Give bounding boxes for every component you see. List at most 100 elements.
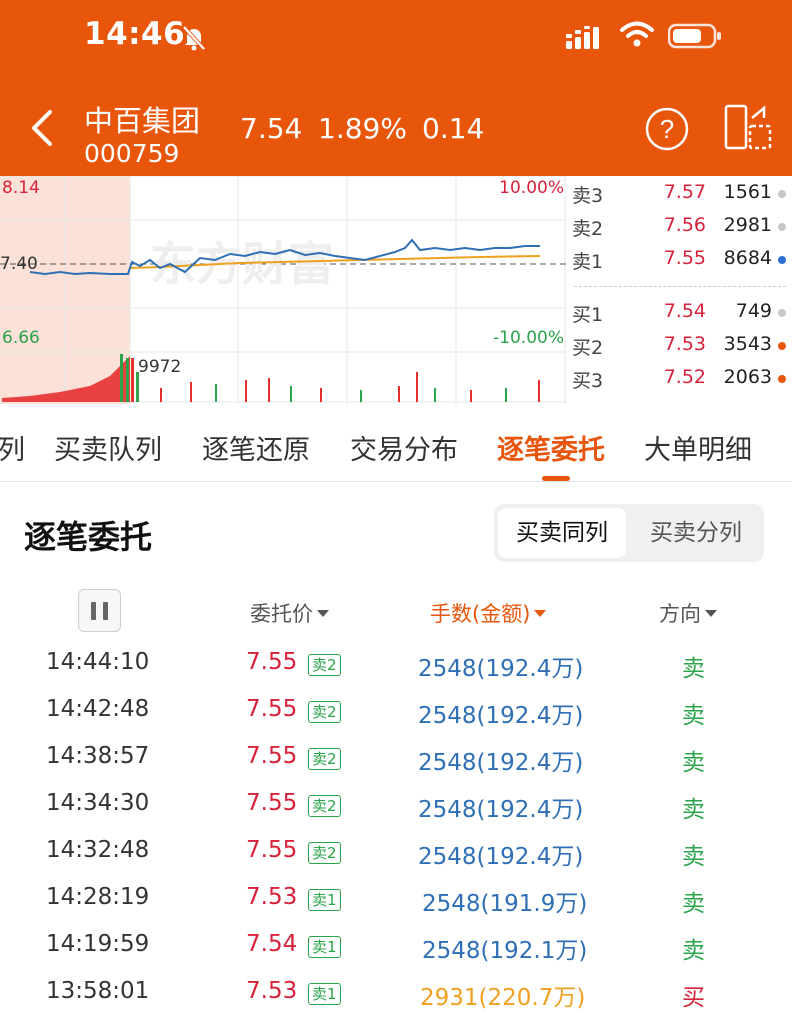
back-arrow-icon[interactable]	[26, 106, 58, 150]
chart-down-pct-label: -10.00%	[493, 328, 564, 348]
table-row[interactable]: 14:32:48 7.55 卖2 2548(192.4万) 卖	[0, 829, 792, 876]
row-time: 14:44:10	[46, 649, 150, 675]
row-direction: 卖	[682, 750, 705, 776]
pause-icon	[103, 602, 108, 620]
ask-row: 卖3 7.57 1561	[566, 181, 792, 211]
tab-distribution[interactable]: 交易分布	[350, 428, 458, 467]
ask-dot	[778, 256, 786, 264]
table-row[interactable]: 14:42:48 7.55 卖2 2548(192.4万) 卖	[0, 688, 792, 735]
bid-row: 买1 7.54 749	[566, 300, 792, 330]
pause-button[interactable]	[78, 589, 121, 632]
ask-price: 7.56	[663, 214, 706, 236]
row-level-tag: 卖1	[308, 983, 341, 1005]
row-direction: 卖	[682, 656, 705, 682]
row-time: 14:38:57	[46, 743, 150, 769]
table-row[interactable]: 14:19:59 7.54 卖1 2548(192.1万) 卖	[0, 923, 792, 970]
row-time: 13:58:01	[46, 978, 150, 1004]
toggle-split-column[interactable]: 买卖分列	[632, 508, 760, 558]
bid-volume: 749	[735, 300, 772, 322]
bid-level: 买3	[572, 370, 604, 392]
stock-name: 中百集团	[84, 104, 201, 138]
table-row[interactable]: 14:28:19 7.53 卖1 2548(191.9万) 卖	[0, 876, 792, 923]
tab-queue[interactable]: 买卖队列	[54, 428, 162, 467]
section-title: 逐笔委托	[24, 518, 153, 556]
row-time: 14:34:30	[46, 790, 150, 816]
help-icon[interactable]: ?	[644, 106, 690, 152]
row-level-tag: 卖2	[308, 701, 341, 723]
pause-icon	[91, 602, 96, 620]
stock-price: 7.54	[240, 112, 303, 145]
row-volume: 2548(192.4万)	[418, 797, 584, 823]
row-level-tag: 卖2	[308, 842, 341, 864]
view-toggle: 买卖同列 买卖分列	[494, 504, 764, 562]
ask-price: 7.57	[663, 181, 706, 203]
row-direction: 卖	[682, 938, 705, 964]
row-time: 14:32:48	[46, 837, 150, 863]
order-book[interactable]: 卖3 7.57 1561 卖2 7.56 2981 卖1 7.55 8684 买…	[566, 176, 792, 404]
ask-dot	[778, 223, 786, 231]
chart-low-label: 6.66	[2, 328, 40, 348]
ask-volume: 2981	[723, 214, 772, 236]
bid-price: 7.54	[663, 300, 706, 322]
ask-volume: 8684	[723, 247, 772, 269]
row-volume: 2548(192.4万)	[418, 703, 584, 729]
column-header-direction[interactable]: 方向	[659, 598, 717, 628]
row-direction: 卖	[682, 891, 705, 917]
row-direction: 卖	[682, 797, 705, 823]
chart-watermark: 东方财富	[150, 237, 334, 291]
bid-price: 7.52	[663, 366, 706, 388]
row-time: 14:42:48	[46, 696, 150, 722]
row-price: 7.55	[246, 743, 298, 769]
caret-down-icon	[534, 609, 547, 617]
bid-price: 7.53	[663, 333, 706, 355]
row-price: 7.55	[246, 649, 298, 675]
bid-level: 买1	[572, 304, 604, 326]
row-volume: 2548(192.4万)	[418, 656, 584, 682]
row-volume: 2548(192.4万)	[418, 844, 584, 870]
column-header-price[interactable]: 委托价	[250, 598, 329, 628]
active-tab-indicator	[542, 476, 570, 481]
detail-tab-bar: 列 买卖队列 逐笔还原 交易分布 逐笔委托 大单明细	[0, 404, 792, 482]
table-row[interactable]: 14:34:30 7.55 卖2 2548(192.4万) 卖	[0, 782, 792, 829]
row-direction: 卖	[682, 703, 705, 729]
ask-level: 卖1	[572, 251, 604, 273]
app-header: 14:46 中百集团 000759 7.54 1.89% 0.14 ?	[0, 0, 792, 176]
switch-layout-icon[interactable]	[724, 104, 774, 152]
row-level-tag: 卖2	[308, 654, 341, 676]
intraday-chart[interactable]: 东方财富 8.14 7.40 6.66 10.00% -10.00% 9972	[0, 175, 566, 404]
bid-volume: 2063	[723, 366, 772, 388]
bid-dot	[778, 375, 786, 383]
bid-row: 买2 7.53 3543	[566, 333, 792, 363]
row-volume: 2931(220.7万)	[420, 985, 586, 1011]
signal-icon	[566, 26, 599, 49]
column-header-volume[interactable]: 手数(金额)	[430, 598, 547, 628]
caret-down-icon	[317, 609, 329, 617]
tab-orders[interactable]: 逐笔委托	[497, 428, 605, 467]
row-direction: 买	[682, 985, 705, 1011]
tab-restore[interactable]: 逐笔还原	[202, 428, 310, 467]
bid-dot	[778, 309, 786, 317]
intraday-chart-svg: 东方财富	[0, 175, 566, 404]
row-price: 7.55	[246, 696, 298, 722]
tab-partial[interactable]: 列	[0, 428, 25, 467]
ask-price: 7.55	[663, 247, 706, 269]
row-level-tag: 卖1	[308, 936, 341, 958]
row-volume: 2548(192.1万)	[422, 938, 588, 964]
stock-code: 000759	[84, 139, 180, 168]
ask-level: 卖2	[572, 218, 604, 240]
row-price: 7.53	[246, 978, 298, 1004]
stock-change-percent: 1.89%	[318, 112, 407, 145]
ask-row: 卖1 7.55 8684	[566, 247, 792, 277]
row-level-tag: 卖1	[308, 889, 341, 911]
row-volume: 2548(192.4万)	[418, 750, 584, 776]
table-row[interactable]: 13:58:01 7.53 卖1 2931(220.7万) 买	[0, 970, 792, 1017]
caret-down-icon	[705, 609, 717, 617]
row-level-tag: 卖2	[308, 795, 341, 817]
ask-level: 卖3	[572, 185, 604, 207]
bid-level: 买2	[572, 337, 604, 359]
table-row[interactable]: 14:44:10 7.55 卖2 2548(192.4万) 卖	[0, 641, 792, 688]
table-row[interactable]: 14:38:57 7.55 卖2 2548(192.4万) 卖	[0, 735, 792, 782]
tab-big-orders[interactable]: 大单明细	[644, 428, 752, 467]
toggle-same-column[interactable]: 买卖同列	[498, 508, 626, 558]
stock-change: 0.14	[422, 112, 485, 145]
